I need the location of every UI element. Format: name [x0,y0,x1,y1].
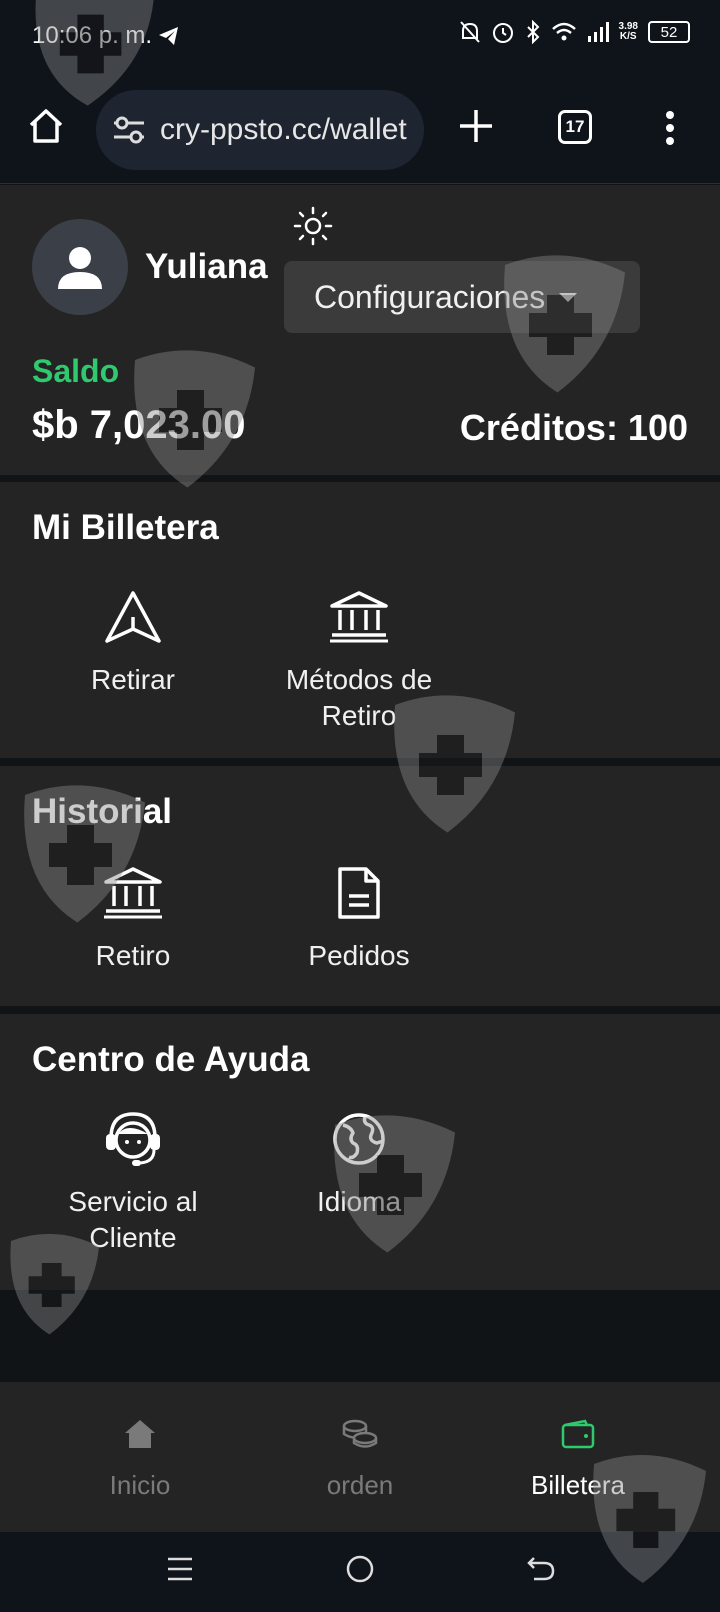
credits-value: Créditos: 100 [459,407,688,448]
section-title: Mi Billetera [32,508,219,547]
address-bar[interactable]: cry-ppsto.cc/wallet [96,90,424,170]
url-text[interactable]: cry-ppsto.cc/wallet [160,113,407,147]
nav-orders-label: orden [326,1470,394,1500]
alarm-icon [492,23,513,43]
send-icon [105,591,161,643]
history-section: Historial Retiro Pedidos [0,766,720,1006]
signal-icon [587,22,609,42]
section-title: Centro de Ayuda [32,1040,310,1079]
bottom-navigation: Inicio orden Billetera [0,1382,720,1532]
content-spacer [0,1290,720,1382]
bluetooth-icon [526,20,539,44]
back-icon[interactable] [526,1554,556,1584]
coins-icon [342,1419,378,1448]
chevron-down-icon [559,292,578,302]
clock: 10:06 p. m. [32,22,153,49]
theme-toggle-icon[interactable] [292,205,334,247]
nav-wallet-label: Billetera [531,1470,625,1500]
system-navigation-bar [0,1532,720,1612]
language-button[interactable]: Idioma [254,1104,464,1220]
customer-service-label: Servicio al Cliente [68,1186,198,1253]
network-speed: 3.98 K/S [618,21,638,42]
withdraw-button[interactable]: Retirar [28,582,238,698]
home-icon[interactable] [26,106,66,146]
orders-label: Pedidos [308,940,410,971]
withdraw-methods-button[interactable]: Métodos de Retiro [254,582,464,734]
customer-service-button[interactable]: Servicio al Cliente [28,1104,238,1256]
wallet-section: Mi Billetera Retirar Métodos de Retiro [0,482,720,758]
help-center-section: Centro de Ayuda Servicio al Cliente Idio… [0,1014,720,1290]
settings-label: Configuraciones [314,278,546,315]
battery-indicator: 52 [648,21,690,43]
headset-support-icon [106,1112,160,1166]
user-icon [58,247,102,289]
document-icon [338,867,380,919]
nav-home[interactable]: Inicio [40,1414,240,1501]
withdrawal-history-button[interactable]: Retiro [28,858,238,974]
site-settings-icon[interactable] [112,116,146,144]
browser-toolbar: cry-ppsto.cc/wallet 17 [0,72,720,184]
withdrawal-history-label: Retiro [95,940,171,971]
language-label: Idioma [316,1186,402,1217]
more-menu-icon[interactable] [664,110,676,146]
nav-orders[interactable]: orden [260,1414,460,1501]
status-bar: 10:06 p. m. 3.98 K/S 52 [0,0,720,72]
new-tab-icon[interactable] [458,108,494,144]
avatar [32,219,128,315]
wallet-icon [561,1419,595,1449]
balance-value: $b 7,023.00 [32,403,246,447]
bank-icon [330,591,388,643]
section-title: Historial [32,792,173,831]
withdraw-label: Retirar [90,664,175,695]
recents-icon[interactable] [166,1554,194,1584]
wifi-icon [551,22,576,41]
home-button-icon[interactable] [345,1554,375,1584]
globe-icon [333,1113,385,1165]
home-icon [125,1420,155,1448]
nav-wallet[interactable]: Billetera [478,1414,678,1501]
bell-off-icon [459,21,480,43]
withdraw-methods-label: Métodos de Retiro [285,664,433,731]
telegram-icon [159,27,178,45]
settings-dropdown[interactable]: Configuraciones [284,261,640,333]
username: Yuliana [145,247,268,286]
profile-card: Yuliana Configuraciones Saldo $b 7,023.0… [0,185,720,475]
nav-home-label: Inicio [109,1470,171,1500]
orders-history-button[interactable]: Pedidos [254,858,464,974]
tab-switcher-button[interactable]: 17 [558,110,592,144]
bank-icon [104,867,162,919]
balance-label: Saldo [32,353,120,389]
